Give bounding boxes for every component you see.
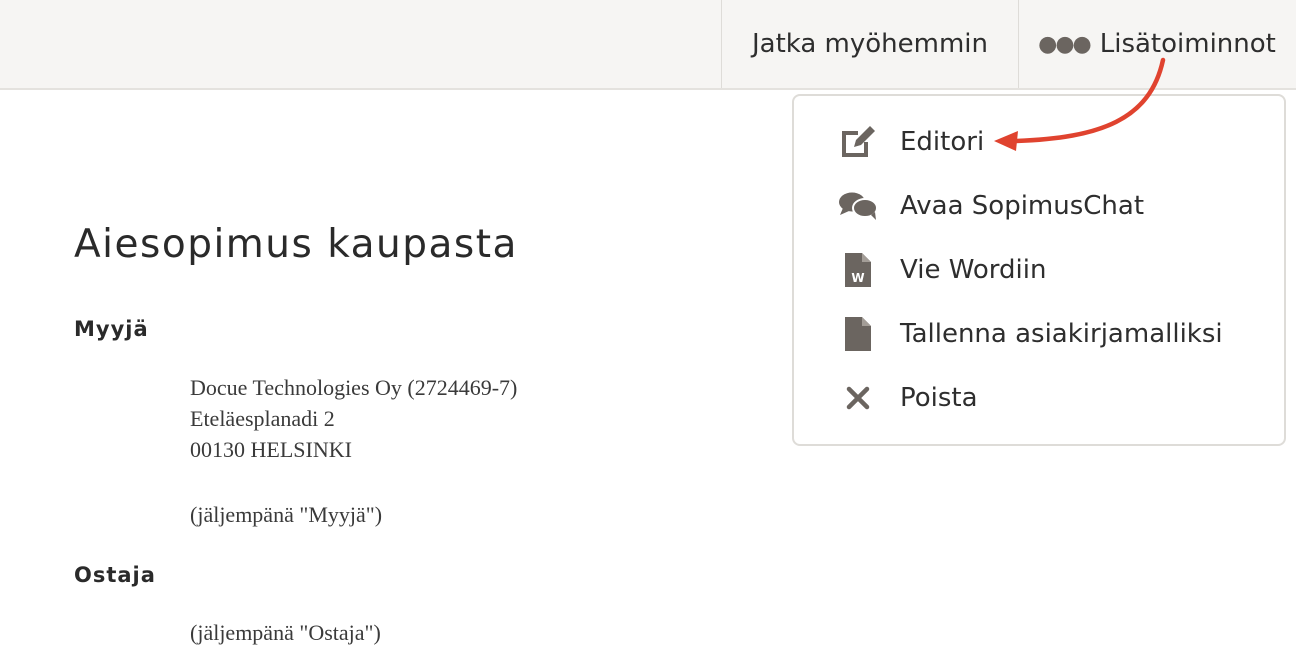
continue-later-button[interactable]: Jatka myöhemmin xyxy=(721,0,1019,88)
file-icon xyxy=(838,314,878,354)
edit-icon xyxy=(838,122,878,162)
seller-address: Docue Technologies Oy (2724469-7) Eteläe… xyxy=(190,372,517,465)
seller-note: (jäljempänä "Myyjä") xyxy=(190,502,383,527)
menu-item-export-word[interactable]: W Vie Wordiin xyxy=(838,250,1046,290)
more-actions-label: Lisätoiminnot xyxy=(1099,29,1276,59)
document-title: Aiesopimus kaupasta xyxy=(74,222,518,267)
buyer-heading: Ostaja xyxy=(74,563,156,587)
top-toolbar: Jatka myöhemmin ●●● Lisätoiminnot xyxy=(0,0,1296,90)
menu-item-label: Vie Wordiin xyxy=(900,255,1047,285)
close-icon xyxy=(838,378,878,418)
menu-item-label: Tallenna asiakirjamalliksi xyxy=(900,319,1223,349)
word-file-icon: W xyxy=(838,250,878,290)
continue-later-label: Jatka myöhemmin xyxy=(751,29,989,59)
menu-item-label: Avaa SopimusChat xyxy=(900,191,1145,221)
seller-line: Eteläesplanadi 2 xyxy=(190,406,335,431)
seller-line: 00130 HELSINKI xyxy=(190,437,352,462)
seller-heading: Myyjä xyxy=(74,317,149,341)
menu-item-editor[interactable]: Editori xyxy=(838,122,984,162)
menu-item-delete[interactable]: Poista xyxy=(838,378,978,418)
seller-line: Docue Technologies Oy (2724469-7) xyxy=(190,375,518,400)
menu-item-sopimuschat[interactable]: Avaa SopimusChat xyxy=(838,186,1144,226)
ellipsis-icon: ●●● xyxy=(1038,31,1092,57)
buyer-note: (jäljempänä "Ostaja") xyxy=(190,620,381,645)
svg-text:W: W xyxy=(851,271,864,285)
more-actions-button[interactable]: ●●● Lisätoiminnot xyxy=(1018,0,1296,88)
more-actions-menu: Editori Avaa SopimusChat W Vie Wordiin T… xyxy=(792,94,1286,446)
menu-item-save-template[interactable]: Tallenna asiakirjamalliksi xyxy=(838,314,1223,354)
menu-item-label: Editori xyxy=(900,127,985,157)
menu-item-label: Poista xyxy=(900,383,978,413)
chat-icon xyxy=(838,186,878,226)
